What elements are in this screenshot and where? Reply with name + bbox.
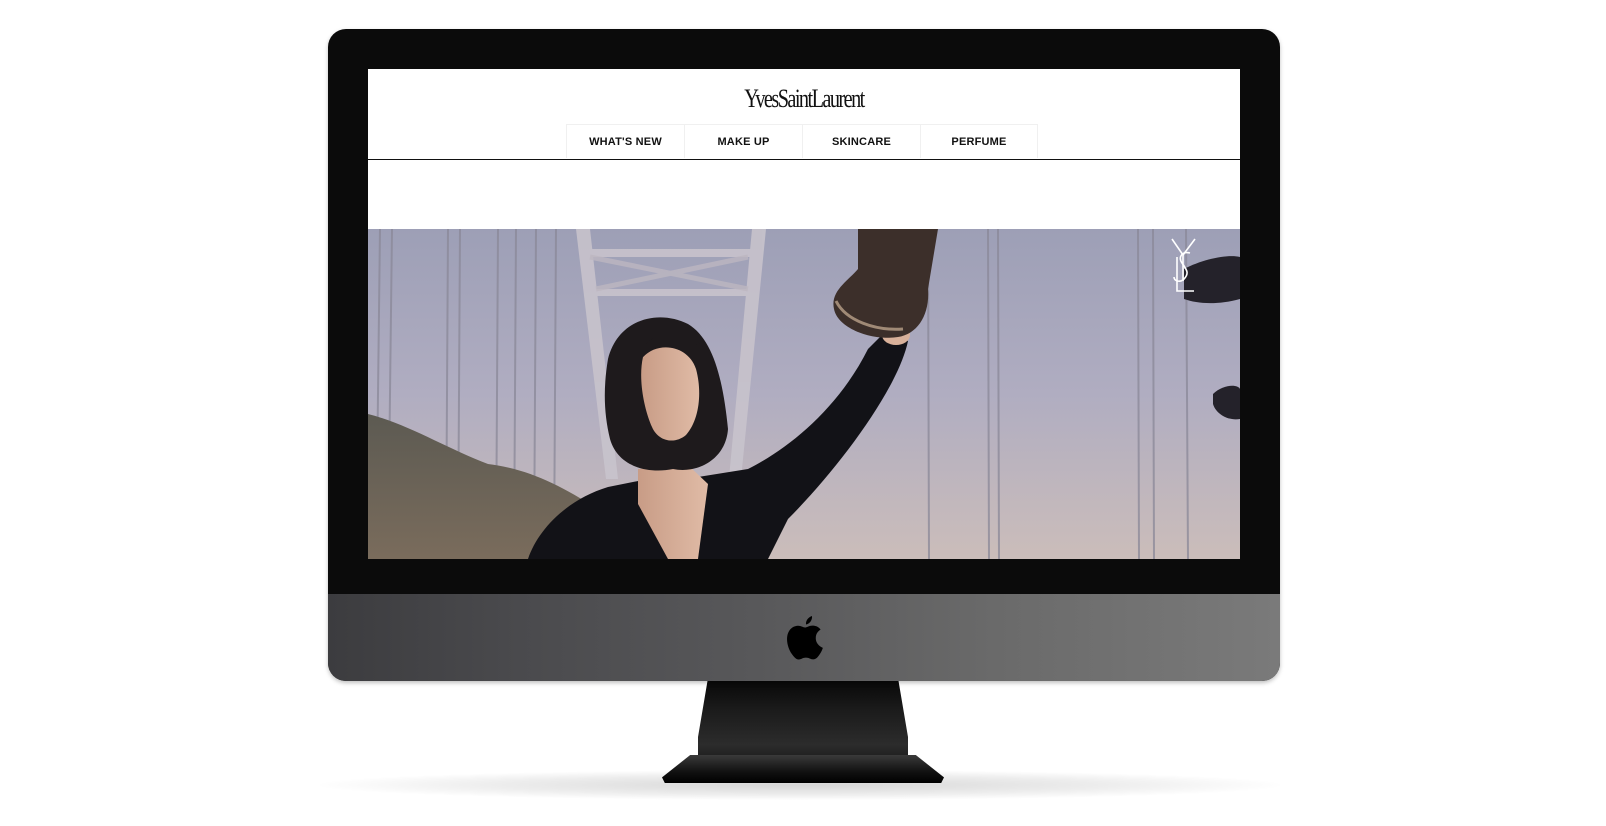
monitor: YvesSaintLaurent WHAT'S NEW MAKE UP SKIN… bbox=[328, 29, 1280, 681]
hero-video[interactable] bbox=[368, 229, 1240, 559]
apple-logo-icon bbox=[787, 616, 823, 660]
nav-item-make-up[interactable]: MAKE UP bbox=[684, 124, 802, 158]
nav-item-whats-new[interactable]: WHAT'S NEW bbox=[566, 124, 684, 158]
brand-logo[interactable]: YvesSaintLaurent bbox=[464, 77, 1144, 121]
mockup-stage: YvesSaintLaurent WHAT'S NEW MAKE UP SKIN… bbox=[0, 0, 1606, 826]
ysl-monogram-icon bbox=[1171, 238, 1196, 292]
monitor-stand-base bbox=[662, 755, 944, 783]
hero-image bbox=[368, 229, 1240, 559]
monitor-chin bbox=[328, 594, 1280, 681]
main-navigation: WHAT'S NEW MAKE UP SKINCARE PERFUME bbox=[566, 124, 1038, 158]
nav-item-perfume[interactable]: PERFUME bbox=[920, 124, 1038, 158]
site-header: YvesSaintLaurent WHAT'S NEW MAKE UP SKIN… bbox=[368, 69, 1240, 160]
browser-viewport: YvesSaintLaurent WHAT'S NEW MAKE UP SKIN… bbox=[368, 69, 1240, 559]
nav-item-skincare[interactable]: SKINCARE bbox=[802, 124, 920, 158]
